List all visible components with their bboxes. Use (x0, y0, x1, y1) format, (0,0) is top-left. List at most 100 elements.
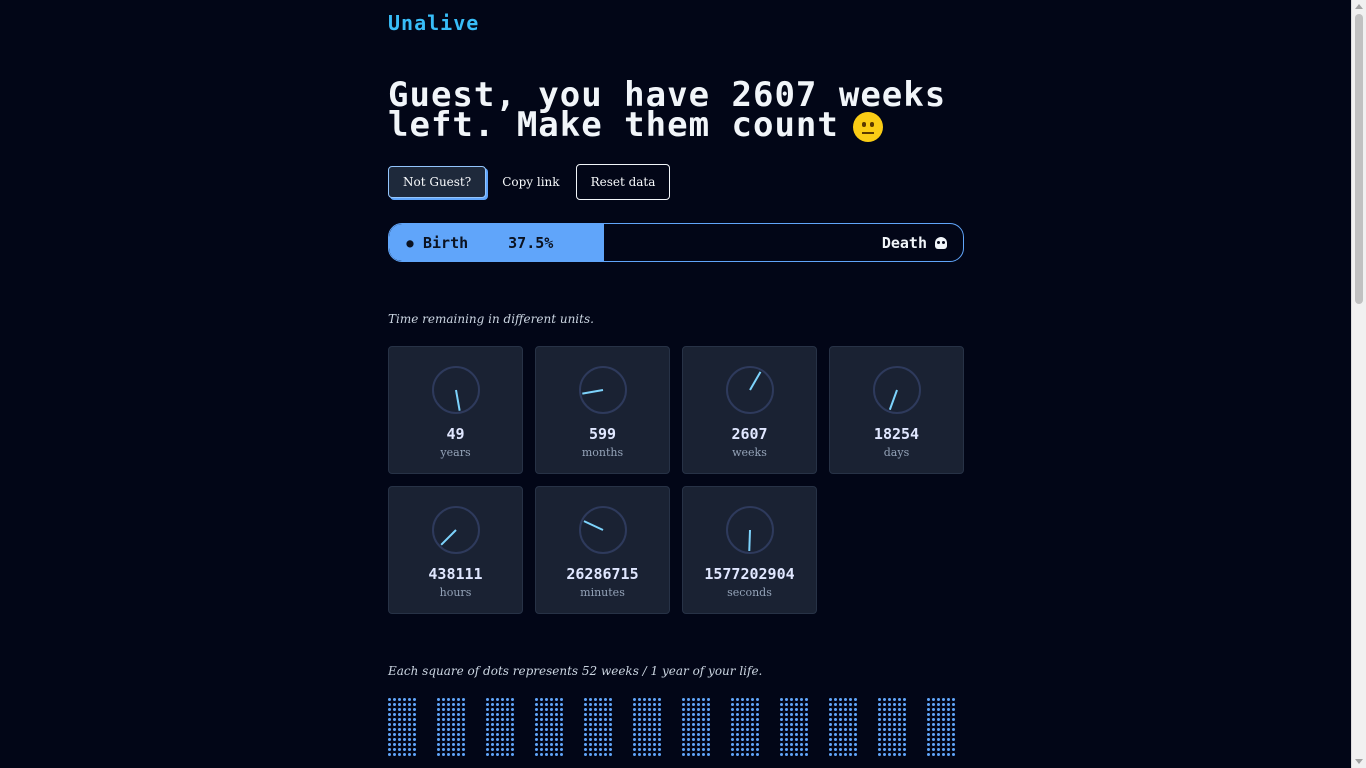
unit-value: 438111 (428, 565, 483, 583)
week-dot (491, 703, 494, 706)
week-dot (653, 703, 656, 706)
week-dot (584, 733, 587, 736)
week-dot (682, 738, 685, 741)
week-dot (805, 728, 808, 731)
week-dot (795, 728, 798, 731)
week-dot (741, 728, 744, 731)
week-dot (883, 708, 886, 711)
week-dot (447, 743, 450, 746)
week-dot (947, 733, 950, 736)
reset-data-button[interactable]: Reset data (575, 164, 671, 200)
week-dot (594, 728, 597, 731)
week-dot (903, 708, 906, 711)
week-dot (462, 743, 465, 746)
year-block (731, 698, 761, 758)
week-dot (437, 713, 440, 716)
week-dot (442, 698, 445, 701)
week-dot (633, 708, 636, 711)
scrollbar-thumb[interactable] (1355, 14, 1363, 304)
week-dot (457, 753, 460, 756)
week-dot (442, 703, 445, 706)
week-dot (937, 723, 940, 726)
week-dot (805, 748, 808, 751)
not-guest-button[interactable]: Not Guest? (388, 166, 487, 198)
week-dot (550, 743, 553, 746)
week-dot (413, 703, 416, 706)
scroll-up-icon[interactable] (1355, 4, 1363, 9)
app-logo[interactable]: Unalive (388, 11, 964, 35)
week-dot (697, 698, 700, 701)
unit-dial-icon (872, 366, 921, 414)
week-dot (702, 718, 705, 721)
week-dot (888, 738, 891, 741)
week-dot (746, 728, 749, 731)
week-dot (883, 728, 886, 731)
week-dot (692, 698, 695, 701)
week-dot (932, 753, 935, 756)
week-dot (658, 718, 661, 721)
week-dot (408, 733, 411, 736)
week-dot (751, 733, 754, 736)
week-dot (398, 708, 401, 711)
scroll-down-icon[interactable] (1355, 759, 1363, 764)
week-dot (893, 753, 896, 756)
week-dot (878, 718, 881, 721)
unit-card-years: 49 years (388, 346, 523, 474)
week-dot (413, 708, 416, 711)
week-dot (506, 738, 509, 741)
unit-card-days: 18254 days (829, 346, 964, 474)
grid-caption: Each square of dots represents 52 weeks … (388, 664, 763, 678)
week-dot (511, 738, 514, 741)
week-dot (555, 728, 558, 731)
week-dot (511, 713, 514, 716)
page-scrollbar[interactable] (1351, 0, 1366, 768)
week-dot (442, 728, 445, 731)
unit-label: hours (439, 586, 472, 599)
week-dot (707, 698, 710, 701)
week-dot (447, 713, 450, 716)
week-dot (442, 743, 445, 746)
unit-card-hours: 438111 hours (388, 486, 523, 614)
week-dot (540, 743, 543, 746)
week-dot (702, 703, 705, 706)
week-dot (942, 738, 945, 741)
week-dot (741, 723, 744, 726)
copy-link-button[interactable]: Copy link (488, 164, 573, 200)
week-dot (780, 698, 783, 701)
week-dot (604, 728, 607, 731)
week-dot (638, 733, 641, 736)
week-dot (849, 703, 852, 706)
unit-value: 26286715 (566, 565, 639, 583)
week-dot (888, 723, 891, 726)
week-dot (393, 718, 396, 721)
week-dot (790, 738, 793, 741)
week-dot (648, 748, 651, 751)
week-dot (927, 718, 930, 721)
week-dot (398, 703, 401, 706)
week-dot (751, 728, 754, 731)
week-dot (898, 723, 901, 726)
week-dot (648, 718, 651, 721)
week-dot (560, 743, 563, 746)
week-dot (653, 738, 656, 741)
week-dot (496, 698, 499, 701)
week-dot (604, 708, 607, 711)
week-dot (594, 743, 597, 746)
week-dot (447, 753, 450, 756)
week-dot (878, 723, 881, 726)
week-dot (805, 718, 808, 721)
week-dot (653, 728, 656, 731)
week-dot (692, 713, 695, 716)
week-dot (692, 703, 695, 706)
week-dot (903, 713, 906, 716)
unit-dial-icon (725, 366, 774, 414)
week-dot (560, 733, 563, 736)
week-dot (844, 748, 847, 751)
week-dot (854, 703, 857, 706)
week-dot (545, 723, 548, 726)
week-dot (540, 703, 543, 706)
week-dot (952, 703, 955, 706)
week-dot (898, 708, 901, 711)
week-dot (854, 723, 857, 726)
week-dot (844, 743, 847, 746)
